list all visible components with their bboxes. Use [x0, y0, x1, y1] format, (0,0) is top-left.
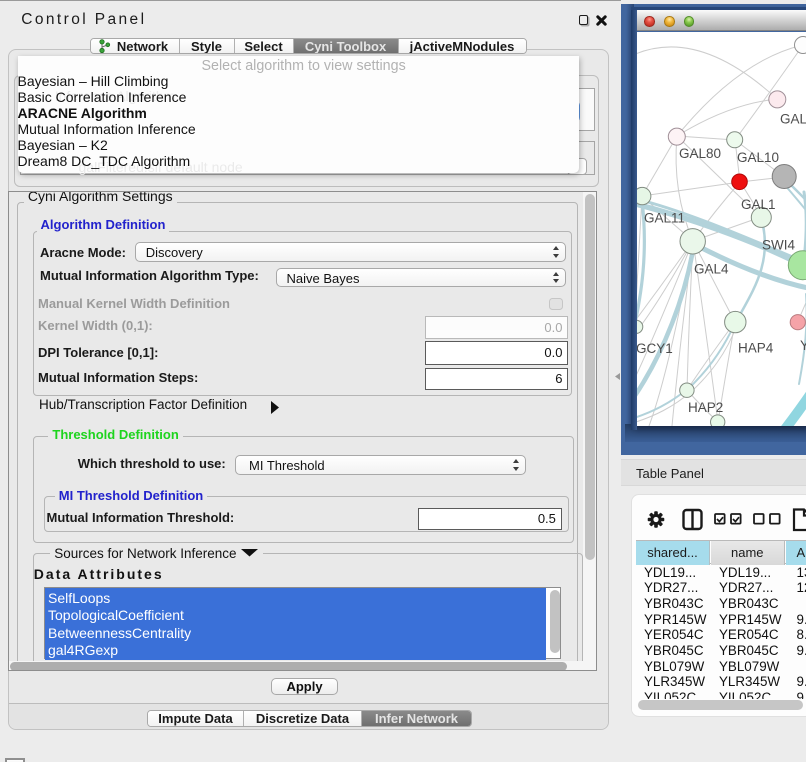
svg-text:GCY1: GCY1 — [636, 341, 673, 356]
svg-text:HAP4: HAP4 — [738, 341, 774, 356]
svg-text:GAL4: GAL4 — [694, 262, 729, 277]
svg-text:Y: Y — [800, 338, 806, 353]
svg-text:GAL7: GAL7 — [780, 112, 806, 127]
svg-text:GAL80: GAL80 — [679, 146, 721, 161]
svg-text:SWI4: SWI4 — [762, 238, 795, 253]
svg-text:GAL11: GAL11 — [644, 211, 685, 226]
svg-text:GAL1: GAL1 — [741, 197, 776, 212]
svg-text:HAP2: HAP2 — [688, 400, 723, 415]
svg-text:GAL10: GAL10 — [737, 150, 779, 165]
